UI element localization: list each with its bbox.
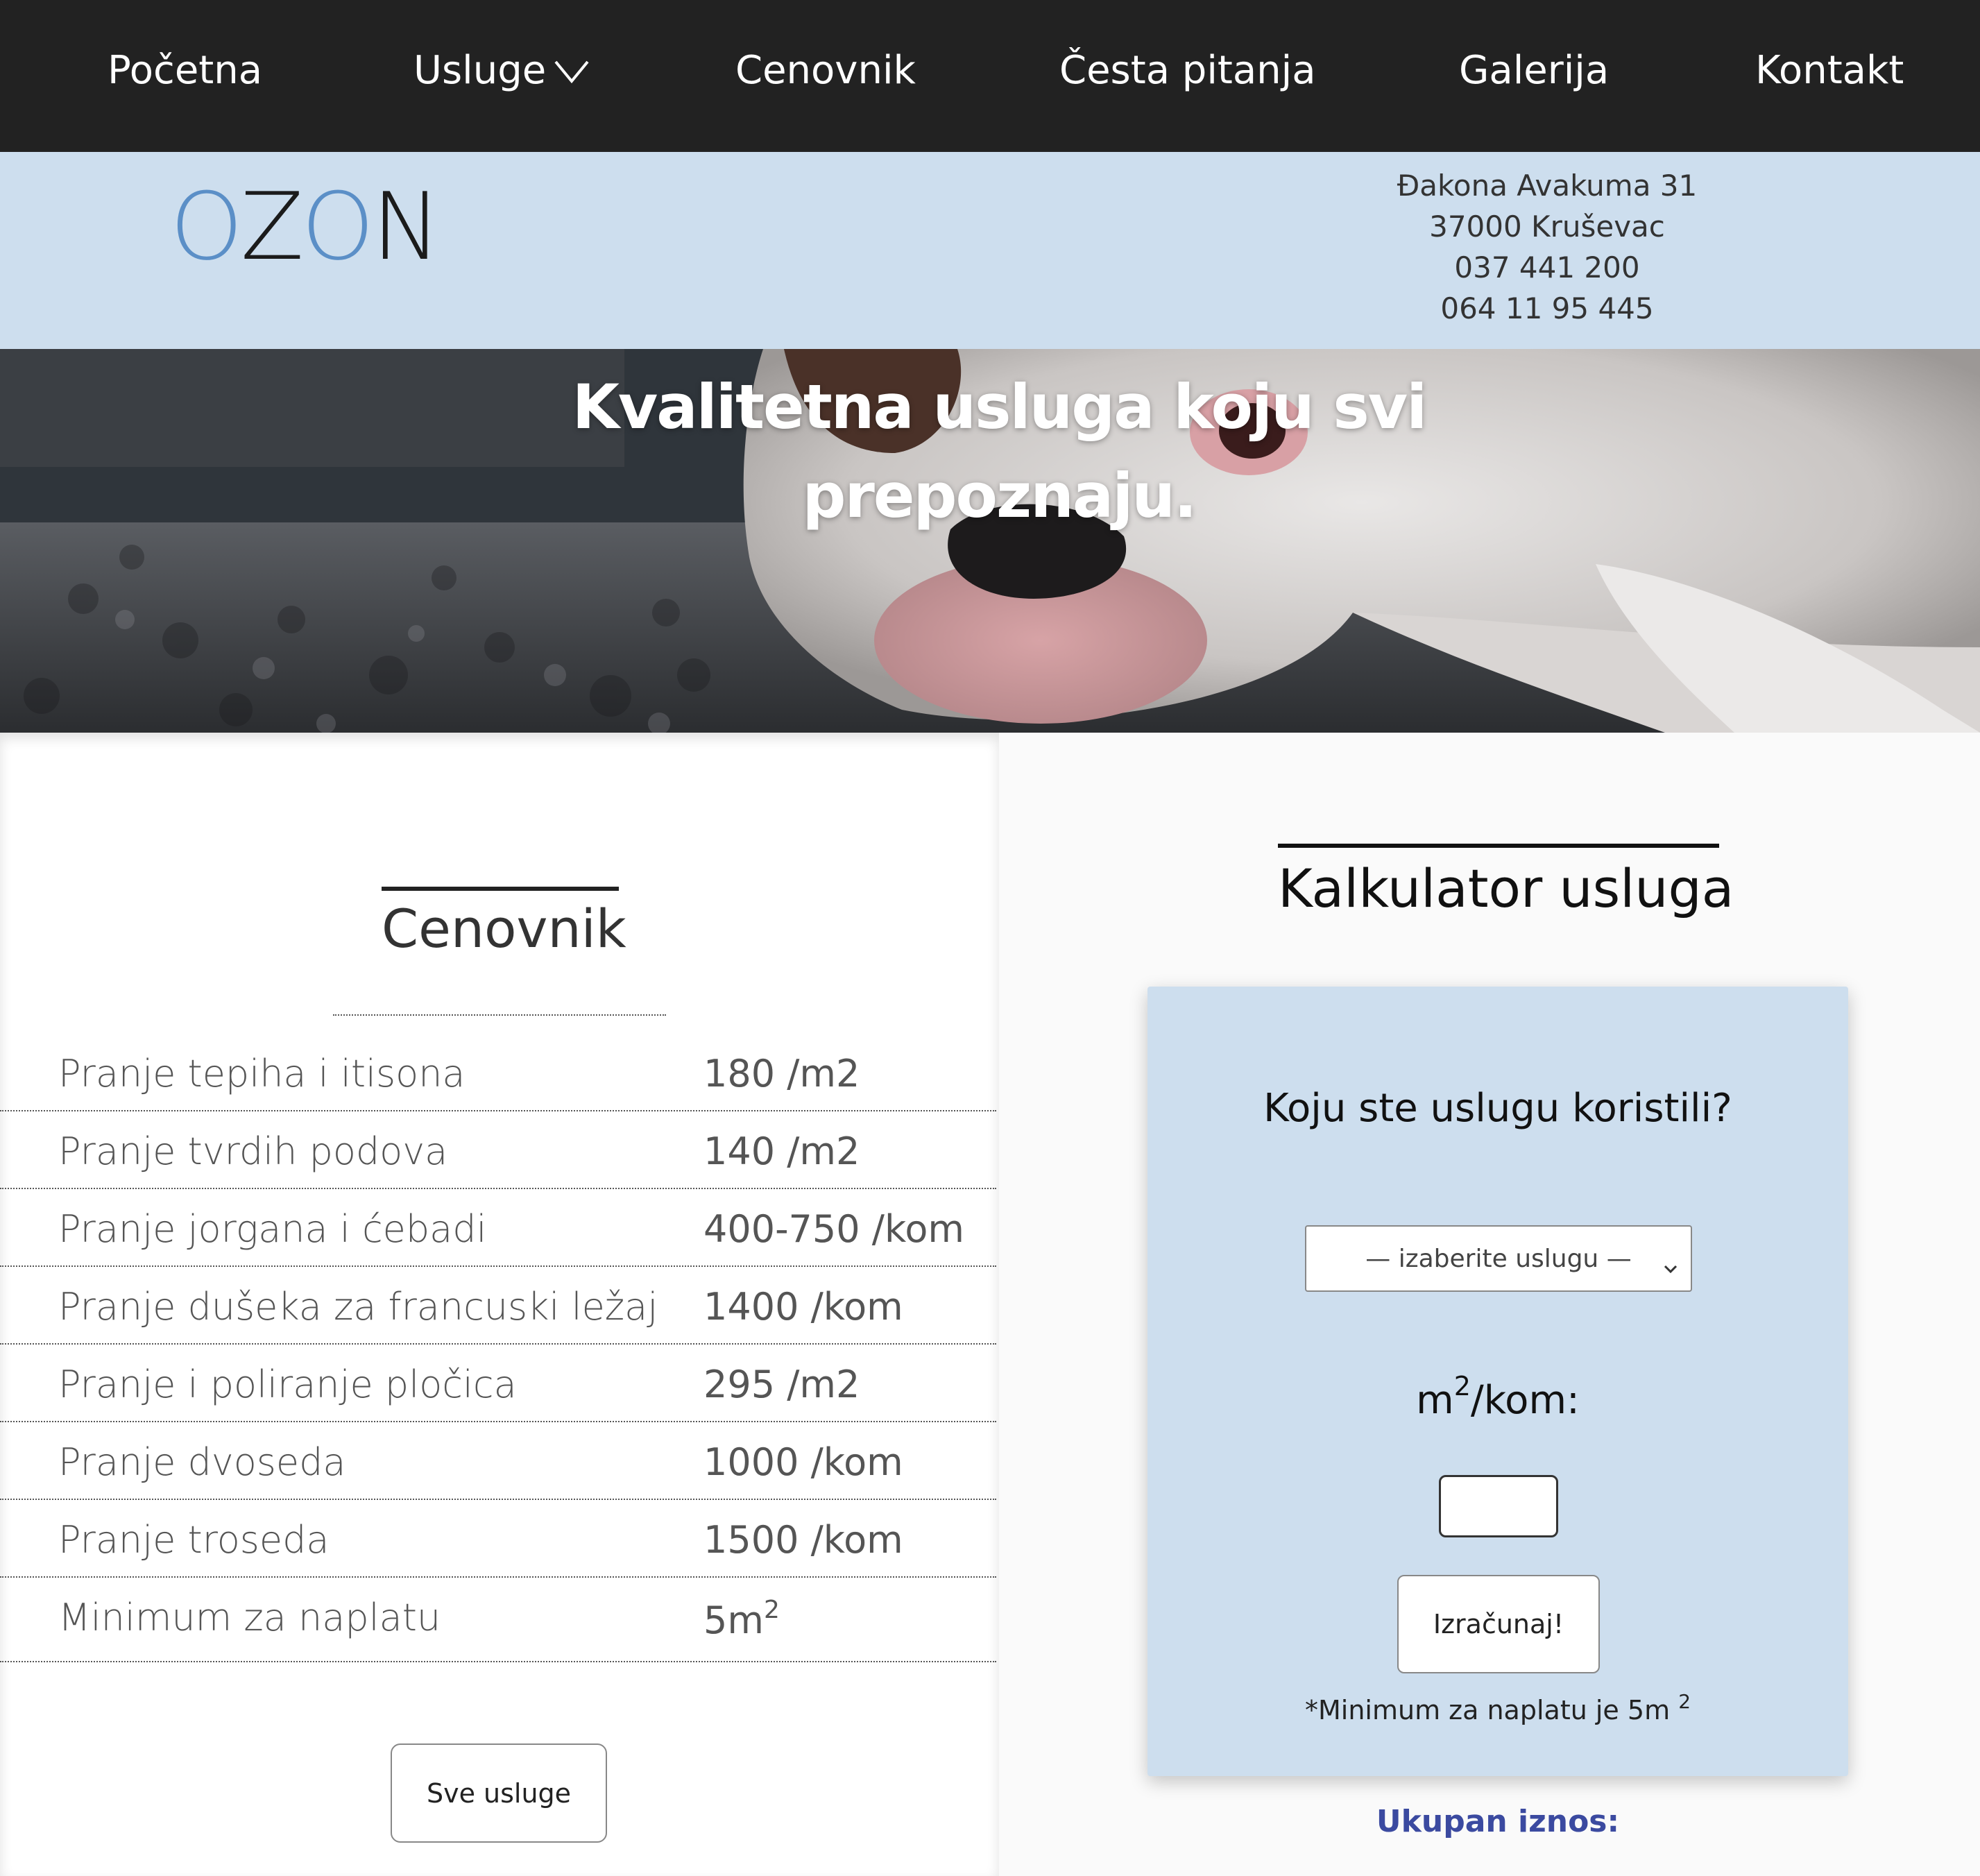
phone-mobile[interactable]: 064 11 95 445 <box>1353 288 1741 329</box>
chevron-down-icon <box>553 44 590 102</box>
nav-item-cenovnik[interactable]: Cenovnik <box>735 42 916 100</box>
service-price: 400-750 /kom <box>703 1207 964 1251</box>
service-price: 5m2 <box>703 1596 780 1642</box>
calculate-button[interactable]: Izračunaj! <box>1397 1575 1600 1673</box>
table-row: Pranje troseda 1500 /kom <box>0 1500 996 1578</box>
logo-letter: Z <box>240 173 304 281</box>
table-row: Pranje dušeka za francuski ležaj 1400 /k… <box>0 1267 996 1345</box>
service-name: Pranje tvrdih podova <box>58 1129 448 1173</box>
service-price: 180 /m2 <box>703 1052 860 1095</box>
logo-letter: O <box>170 173 244 281</box>
table-row: Pranje jorgana i ćebadi 400-750 /kom <box>0 1189 996 1267</box>
service-name: Pranje i poliranje pločica <box>58 1363 517 1406</box>
minimum-note-superscript: 2 <box>1678 1690 1691 1713</box>
service-name: Pranje dvoseda <box>58 1440 346 1484</box>
unit-suffix: /kom: <box>1470 1378 1580 1423</box>
nav-item-usluge-label: Usluge <box>413 48 547 93</box>
service-price: 295 /m2 <box>703 1363 860 1406</box>
table-row: Minimum za naplatu 5m2 <box>0 1578 996 1662</box>
pricelist-title: Cenovnik <box>382 887 626 960</box>
phone-landline[interactable]: 037 441 200 <box>1353 247 1741 288</box>
nav-item-usluge[interactable]: Usluge <box>413 42 590 100</box>
minimum-note: *Minimum za naplatu je 5m 2 <box>1147 1690 1848 1725</box>
hero-banner: Kvalitetna usluga koju svi prepoznaju. <box>0 349 1980 733</box>
unit-prefix: m <box>1416 1378 1454 1423</box>
service-price: 1500 /kom <box>703 1518 903 1562</box>
service-select[interactable]: — izaberite uslugu — <box>1305 1225 1692 1292</box>
nav-item-kontakt[interactable]: Kontakt <box>1755 42 1904 100</box>
hero-heading-line: Kvalitetna usluga koju svi <box>572 371 1428 443</box>
hero-heading: Kvalitetna usluga koju svi prepoznaju. <box>486 363 1512 540</box>
service-price: 1000 /kom <box>703 1440 903 1484</box>
logo-letter: N <box>371 173 441 281</box>
table-row: Pranje dvoseda 1000 /kom <box>0 1422 996 1500</box>
service-name: Pranje dušeka za francuski ležaj <box>58 1285 658 1329</box>
nav-item-pocetna[interactable]: Početna <box>108 42 262 100</box>
divider <box>333 1014 666 1016</box>
all-services-button[interactable]: Sve usluge <box>391 1743 607 1843</box>
table-row: Pranje tvrdih podova 140 /m2 <box>0 1111 996 1189</box>
price-value: 5m <box>703 1598 764 1642</box>
total-amount-label: Ukupan iznos: <box>1376 1804 1620 1839</box>
price-superscript: 2 <box>763 1596 780 1624</box>
unit-superscript: 2 <box>1453 1371 1471 1401</box>
nav-item-galerija[interactable]: Galerija <box>1459 42 1609 100</box>
nav-item-cesta-pitanja[interactable]: Česta pitanja <box>1059 42 1316 100</box>
service-select-value: — izaberite uslugu — <box>1365 1244 1632 1273</box>
chevron-down-icon <box>1663 1252 1678 1280</box>
service-name: Pranje tepiha i itisona <box>58 1052 466 1095</box>
minimum-note-text: *Minimum za naplatu je 5m <box>1304 1695 1671 1725</box>
service-name: Minimum za naplatu <box>58 1596 441 1639</box>
quantity-input[interactable] <box>1439 1475 1558 1537</box>
logo[interactable]: OZON <box>170 173 441 281</box>
address-street: Đakona Avakuma 31 <box>1397 169 1698 203</box>
calculator-question: Koju ste uslugu koristili? <box>1263 1086 1732 1131</box>
hero-heading-line: prepoznaju. <box>802 460 1197 531</box>
service-name: Pranje jorgana i ćebadi <box>58 1207 487 1251</box>
service-price: 1400 /kom <box>703 1285 903 1329</box>
service-price: 140 /m2 <box>703 1129 860 1173</box>
address-city: 37000 Kruševac <box>1429 210 1665 244</box>
top-navigation: Početna Usluge Cenovnik Česta pitanja Ga… <box>0 0 1980 152</box>
service-name: Pranje troseda <box>58 1518 330 1562</box>
contact-address: Đakona Avakuma 31 37000 Kruševac 037 441… <box>1353 165 1741 329</box>
logo-letter: O <box>301 173 375 281</box>
price-table: Pranje tepiha i itisona 180 /m2 Pranje t… <box>0 1034 996 1662</box>
table-row: Pranje i poliranje pločica 295 /m2 <box>0 1345 996 1422</box>
calculator-title: Kalkulator usluga <box>1278 844 1734 919</box>
quantity-label: m2/kom: <box>1147 1371 1848 1423</box>
table-row: Pranje tepiha i itisona 180 /m2 <box>0 1034 996 1111</box>
